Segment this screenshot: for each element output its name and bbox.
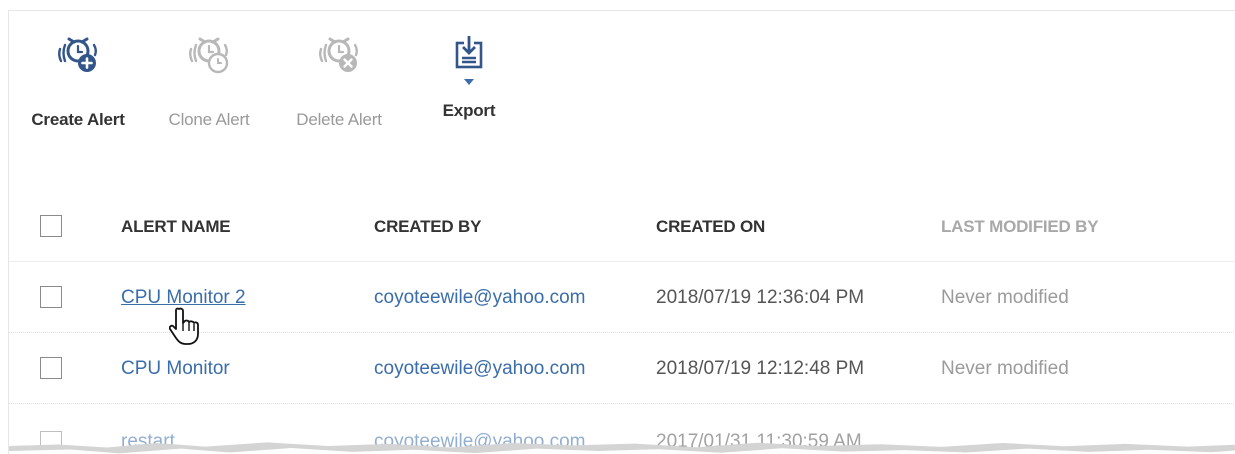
created-by-link[interactable]: coyoteewile@yahoo.com: [374, 287, 586, 309]
create-alert-label: Create Alert: [31, 110, 125, 129]
last-modified-value: Never modified: [941, 287, 1069, 308]
clone-alert-label: Clone Alert: [168, 110, 250, 129]
row-checkbox[interactable]: [40, 286, 62, 308]
delete-alert-label: Delete Alert: [296, 110, 382, 129]
delete-alert-button[interactable]: Delete Alert: [285, 35, 393, 130]
alert-name-link[interactable]: CPU Monitor 2: [121, 287, 246, 309]
alarm-clock-delete-icon: [317, 35, 361, 79]
table-header: ALERT NAME CREATED BY CREATED ON LAST MO…: [9, 189, 1235, 262]
alarm-clock-clone-icon: [187, 35, 231, 79]
alerts-panel: Create Alert Clone Alert Delete Alert Ex…: [8, 10, 1235, 454]
column-header-created-on[interactable]: CREATED ON: [656, 217, 765, 237]
export-dropdown-caret-icon[interactable]: [464, 79, 474, 85]
toolbar: Create Alert Clone Alert Delete Alert Ex…: [9, 11, 609, 151]
select-all-checkbox[interactable]: [40, 215, 62, 237]
column-header-last-modified-by[interactable]: LAST MODIFIED BY: [941, 217, 1099, 237]
column-header-created-by[interactable]: CREATED BY: [374, 217, 481, 237]
clone-alert-button[interactable]: Clone Alert: [157, 35, 261, 130]
export-download-icon: [454, 35, 484, 75]
hand-cursor-icon: [168, 307, 201, 352]
create-alert-button[interactable]: Create Alert: [25, 35, 131, 130]
created-on-value: 2018/07/19 12:36:04 PM: [656, 287, 865, 308]
alarm-clock-plus-icon: [56, 35, 100, 79]
export-button[interactable]: Export: [437, 35, 501, 121]
created-on-value: 2018/07/19 12:12:48 PM: [656, 358, 865, 379]
last-modified-value: Never modified: [941, 358, 1069, 379]
created-by-link[interactable]: coyoteewile@yahoo.com: [374, 358, 586, 380]
column-header-alert-name[interactable]: ALERT NAME: [121, 217, 231, 237]
row-checkbox[interactable]: [40, 357, 62, 379]
alert-name-link[interactable]: CPU Monitor: [121, 358, 230, 380]
export-label: Export: [442, 101, 496, 120]
